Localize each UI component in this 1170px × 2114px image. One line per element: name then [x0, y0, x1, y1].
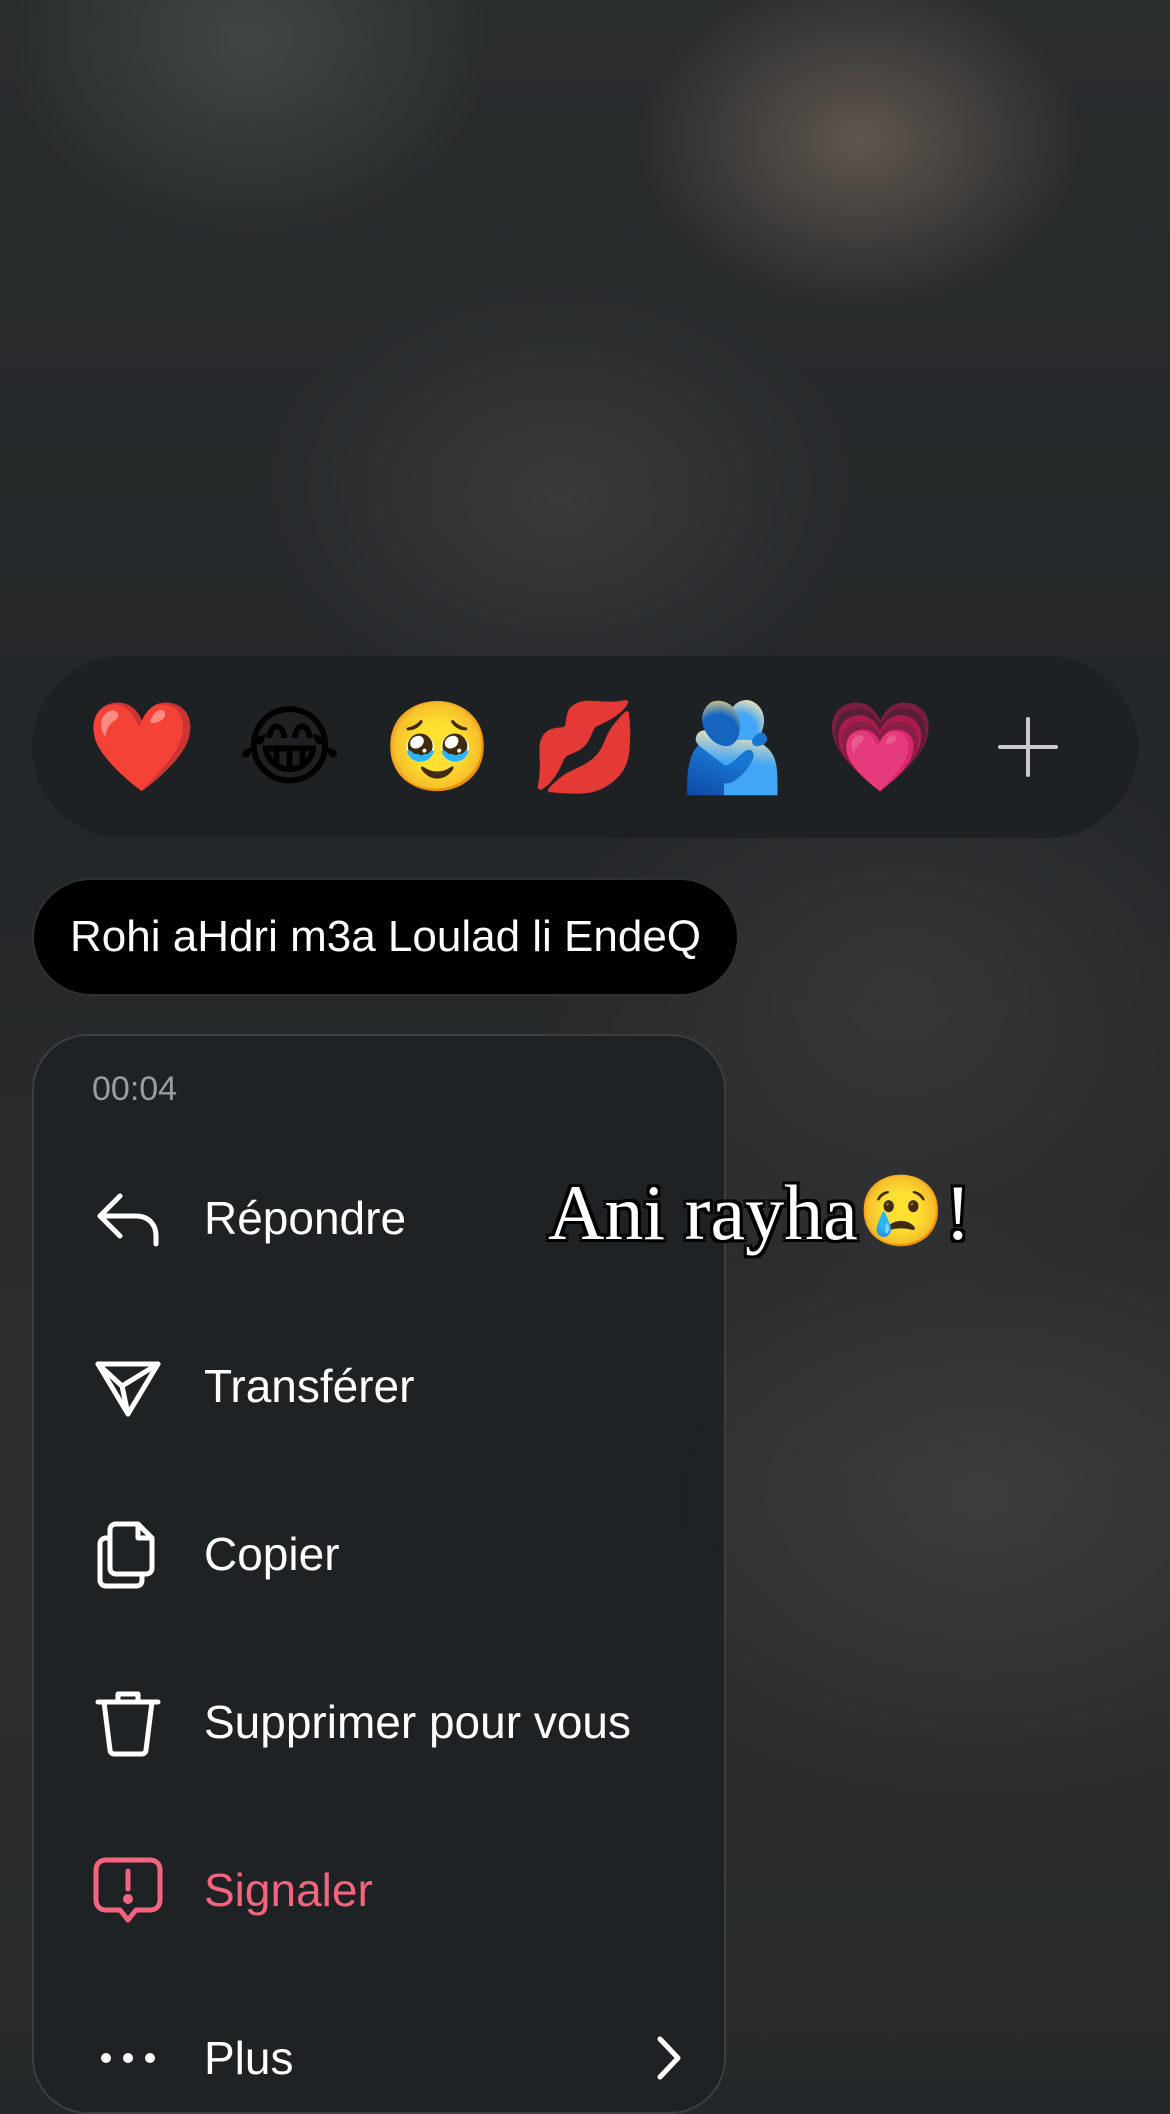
menu-item-forward[interactable]: Transférer — [92, 1336, 692, 1436]
chevron-right-icon — [657, 2036, 681, 2080]
copy-icon — [97, 1521, 155, 1589]
crying-face-emoji: 😢 — [857, 1174, 945, 1251]
menu-item-delete-for-you[interactable]: Supprimer pour vous — [92, 1672, 692, 1772]
menu-item-label: Transférer — [204, 1360, 415, 1412]
add-reaction-button[interactable] — [973, 692, 1083, 802]
menu-item-copy[interactable]: Copier — [92, 1504, 692, 1604]
trash-icon — [95, 1691, 161, 1757]
menu-item-label: Plus — [204, 2032, 294, 2084]
overlay-text-suffix: ! — [944, 1169, 971, 1256]
reaction-bar: ❤️ 😂 🥹 💋 🫂 💗 — [32, 656, 1138, 838]
reaction-kiss-mark[interactable]: 💋 — [530, 692, 640, 802]
reaction-growing-heart[interactable]: 💗 — [825, 692, 936, 802]
plus-icon — [998, 717, 1059, 777]
overlay-text-main: Ani rayha — [548, 1169, 858, 1256]
menu-item-more[interactable]: Plus — [92, 2008, 712, 2108]
report-icon — [93, 1857, 163, 1923]
reaction-tears-of-joy[interactable]: 😂 — [235, 692, 345, 802]
menu-item-label: Copier — [204, 1528, 340, 1580]
story-overlay-text: Ani rayha😢! — [548, 1168, 971, 1258]
reply-icon — [97, 1193, 159, 1247]
message-text: Rohi aHdri m3a Loulad li EndeQ — [70, 912, 702, 961]
menu-item-label: Supprimer pour vous — [204, 1696, 631, 1748]
reaction-red-heart[interactable]: ❤️ — [87, 692, 197, 802]
send-icon — [95, 1361, 161, 1417]
more-icon — [101, 2053, 155, 2063]
menu-item-label: Répondre — [204, 1192, 407, 1244]
message-bubble[interactable]: Rohi aHdri m3a Loulad li EndeQ — [32, 878, 740, 996]
reaction-people-hugging[interactable]: 🫂 — [678, 692, 788, 802]
message-timestamp: 00:04 — [92, 1070, 178, 1108]
reaction-holding-back-tears[interactable]: 🥹 — [382, 692, 492, 802]
menu-item-report[interactable]: Signaler — [92, 1840, 692, 1940]
menu-item-label: Signaler — [204, 1864, 373, 1916]
